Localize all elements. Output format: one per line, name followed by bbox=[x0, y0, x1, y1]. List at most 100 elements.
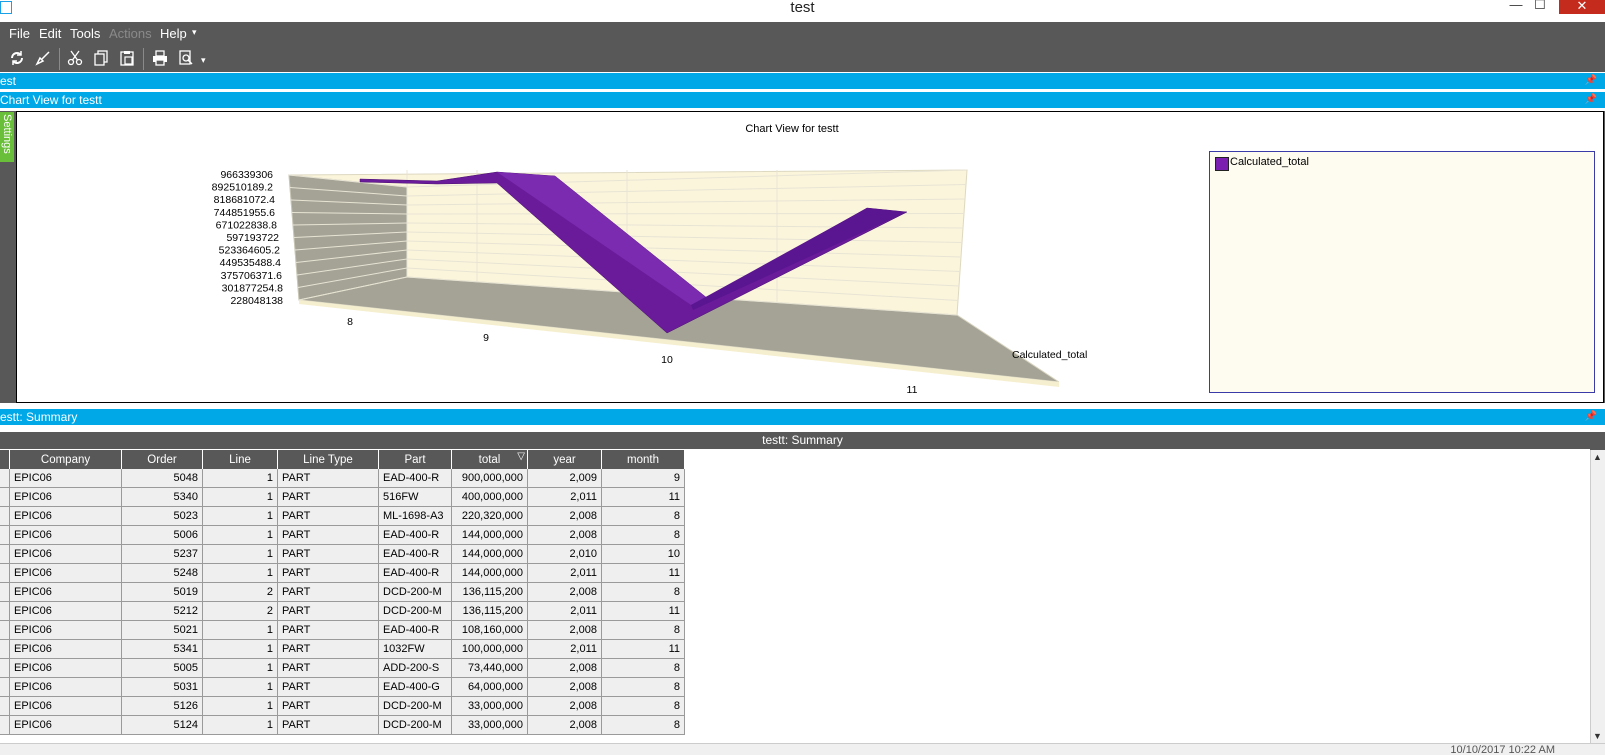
menu-edit[interactable]: Edit bbox=[39, 26, 61, 41]
table-row[interactable]: EPIC06 5006 1 PART EAD-400-R 144,000,000 2,008… bbox=[0, 525, 685, 545]
panel-bar-test[interactable]: est 📌 bbox=[0, 73, 1605, 89]
table-cell-month[interactable]: 8 bbox=[601, 677, 685, 697]
row-gutter[interactable] bbox=[0, 582, 10, 602]
clear-icon[interactable] bbox=[33, 48, 53, 68]
table-cell-company[interactable]: EPIC06 bbox=[9, 563, 122, 583]
table-cell-year[interactable]: 2,011 bbox=[527, 601, 602, 621]
table-cell-company[interactable]: EPIC06 bbox=[9, 601, 122, 621]
column-header-line-type[interactable]: Line Type bbox=[277, 450, 379, 469]
table-cell-line[interactable]: 1 bbox=[202, 469, 278, 488]
pin-icon[interactable]: 📌 bbox=[1585, 92, 1597, 108]
table-row[interactable]: EPIC06 5019 2 PART DCD-200-M 136,115,200 2,008… bbox=[0, 582, 685, 602]
table-cell-month[interactable]: 8 bbox=[601, 525, 685, 545]
table-cell-year[interactable]: 2,008 bbox=[527, 715, 602, 735]
table-cell-year[interactable]: 2,011 bbox=[527, 639, 602, 659]
table-cell-line[interactable]: 1 bbox=[202, 715, 278, 735]
table-cell-year[interactable]: 2,011 bbox=[527, 487, 602, 507]
sort-desc-icon[interactable]: ▽ bbox=[517, 451, 525, 462]
table-cell-year[interactable]: 2,008 bbox=[527, 677, 602, 697]
table-cell-order[interactable]: 5031 bbox=[121, 677, 203, 697]
table-cell-line-type[interactable]: PART bbox=[277, 677, 379, 697]
table-cell-company[interactable]: EPIC06 bbox=[9, 639, 122, 659]
table-cell-part[interactable]: EAD-400-R bbox=[378, 544, 452, 564]
panel-bar-chart[interactable]: Chart View for testt 📌 bbox=[0, 92, 1605, 108]
table-cell-order[interactable]: 5340 bbox=[121, 487, 203, 507]
table-cell-company[interactable]: EPIC06 bbox=[9, 620, 122, 640]
column-header-total[interactable]: total ▽ bbox=[451, 450, 528, 469]
panel-bar-summary[interactable]: estt: Summary 📌 bbox=[0, 409, 1605, 425]
table-cell-order[interactable]: 5023 bbox=[121, 506, 203, 526]
row-gutter[interactable] bbox=[0, 658, 10, 678]
table-cell-year[interactable]: 2,008 bbox=[527, 696, 602, 716]
table-cell-line[interactable]: 1 bbox=[202, 525, 278, 545]
row-gutter[interactable] bbox=[0, 506, 10, 526]
table-cell-company[interactable]: EPIC06 bbox=[9, 525, 122, 545]
table-cell-line[interactable]: 2 bbox=[202, 582, 278, 602]
table-cell-month[interactable]: 8 bbox=[601, 506, 685, 526]
table-cell-month[interactable]: 8 bbox=[601, 696, 685, 716]
table-cell-year[interactable]: 2,008 bbox=[527, 506, 602, 526]
table-cell-order[interactable]: 5341 bbox=[121, 639, 203, 659]
table-cell-part[interactable]: EAD-400-R bbox=[378, 563, 452, 583]
table-cell-order[interactable]: 5124 bbox=[121, 715, 203, 735]
table-cell-year[interactable]: 2,008 bbox=[527, 525, 602, 545]
table-row[interactable]: EPIC06 5005 1 PART ADD-200-S 73,440,000 2,008 8 bbox=[0, 658, 685, 678]
table-cell-order[interactable]: 5126 bbox=[121, 696, 203, 716]
table-cell-company[interactable]: EPIC06 bbox=[9, 487, 122, 507]
table-cell-line[interactable]: 1 bbox=[202, 487, 278, 507]
table-cell-part[interactable]: EAD-400-G bbox=[378, 677, 452, 697]
pin-icon[interactable]: 📌 bbox=[1585, 73, 1597, 89]
table-cell-total[interactable]: 400,000,000 bbox=[451, 487, 528, 507]
table-row[interactable]: EPIC06 5341 1 PART 1032FW 100,000,000 2,011 11 bbox=[0, 639, 685, 659]
table-cell-year[interactable]: 2,010 bbox=[527, 544, 602, 564]
row-gutter[interactable] bbox=[0, 469, 10, 488]
table-cell-month[interactable]: 10 bbox=[601, 544, 685, 564]
table-cell-line[interactable]: 1 bbox=[202, 506, 278, 526]
column-header-month[interactable]: month bbox=[601, 450, 685, 469]
table-cell-month[interactable]: 11 bbox=[601, 563, 685, 583]
table-cell-line-type[interactable]: PART bbox=[277, 658, 379, 678]
maximize-button[interactable]: ☐ bbox=[1530, 0, 1550, 12]
toolbar-overflow-icon[interactable]: ▾ bbox=[201, 55, 206, 66]
table-row[interactable]: EPIC06 5031 1 PART EAD-400-G 64,000,000 2,008 8 bbox=[0, 677, 685, 697]
menu-help[interactable]: Help bbox=[160, 26, 187, 41]
table-cell-order[interactable]: 5005 bbox=[121, 658, 203, 678]
table-cell-total[interactable]: 33,000,000 bbox=[451, 715, 528, 735]
row-gutter[interactable] bbox=[0, 696, 10, 716]
close-button[interactable]: ✕ bbox=[1559, 0, 1605, 14]
menu-actions[interactable]: Actions bbox=[109, 26, 152, 41]
table-cell-line[interactable]: 1 bbox=[202, 544, 278, 564]
row-gutter[interactable] bbox=[0, 639, 10, 659]
table-cell-part[interactable]: DCD-200-M bbox=[378, 715, 452, 735]
table-row[interactable]: EPIC06 5126 1 PART DCD-200-M 33,000,000 2,008 8 bbox=[0, 696, 685, 716]
table-cell-line[interactable]: 1 bbox=[202, 639, 278, 659]
column-header-order[interactable]: Order bbox=[121, 450, 203, 469]
table-cell-company[interactable]: EPIC06 bbox=[9, 469, 122, 488]
table-cell-year[interactable]: 2,011 bbox=[527, 563, 602, 583]
table-cell-total[interactable]: 900,000,000 bbox=[451, 469, 528, 488]
row-gutter[interactable] bbox=[0, 525, 10, 545]
refresh-icon[interactable] bbox=[7, 48, 27, 68]
table-cell-total[interactable]: 220,320,000 bbox=[451, 506, 528, 526]
column-header-part[interactable]: Part bbox=[378, 450, 452, 469]
table-cell-company[interactable]: EPIC06 bbox=[9, 506, 122, 526]
table-cell-year[interactable]: 2,008 bbox=[527, 658, 602, 678]
table-cell-line-type[interactable]: PART bbox=[277, 487, 379, 507]
table-cell-part[interactable]: DCD-200-M bbox=[378, 696, 452, 716]
table-cell-company[interactable]: EPIC06 bbox=[9, 715, 122, 735]
table-cell-line[interactable]: 1 bbox=[202, 563, 278, 583]
table-cell-total[interactable]: 144,000,000 bbox=[451, 563, 528, 583]
row-gutter[interactable] bbox=[0, 544, 10, 564]
cut-icon[interactable] bbox=[65, 48, 85, 68]
table-cell-part[interactable]: EAD-400-R bbox=[378, 620, 452, 640]
paste-icon[interactable] bbox=[117, 48, 137, 68]
table-cell-line-type[interactable]: PART bbox=[277, 506, 379, 526]
table-cell-part[interactable]: DCD-200-M bbox=[378, 601, 452, 621]
table-cell-line[interactable]: 1 bbox=[202, 620, 278, 640]
vertical-scrollbar[interactable]: ▲ ▼ bbox=[1590, 450, 1605, 743]
table-cell-line[interactable]: 1 bbox=[202, 658, 278, 678]
table-cell-company[interactable]: EPIC06 bbox=[9, 677, 122, 697]
table-cell-line-type[interactable]: PART bbox=[277, 620, 379, 640]
scroll-up-icon[interactable]: ▲ bbox=[1593, 452, 1602, 462]
settings-tab[interactable]: Settings bbox=[0, 112, 14, 162]
